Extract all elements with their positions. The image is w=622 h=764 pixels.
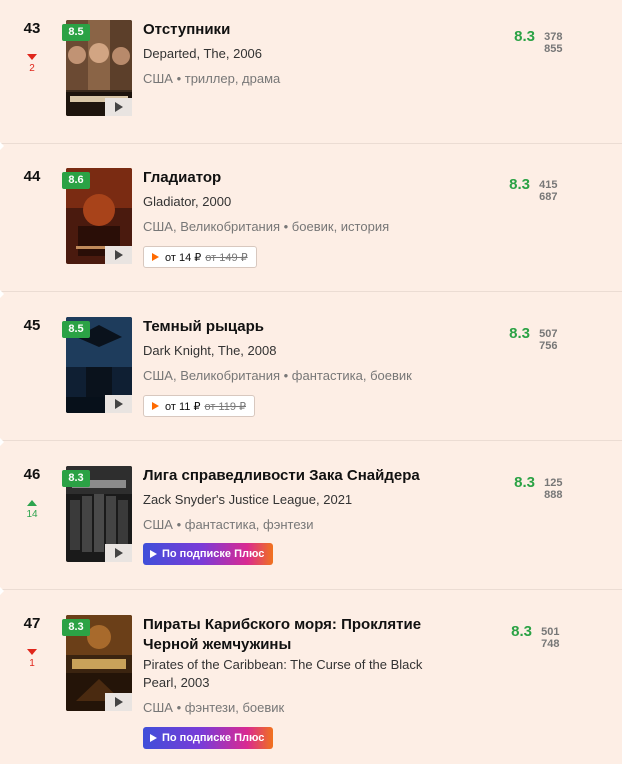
- play-icon: [150, 550, 157, 558]
- votes-count: 501 748: [541, 626, 560, 650]
- rating-value: 8.3: [509, 176, 530, 193]
- film-meta: США, Великобритания • боевик, история: [143, 219, 390, 234]
- film-title[interactable]: Пираты Карибского моря: Проклятие Черной…: [143, 615, 443, 655]
- film-rating: 8.3 501 748: [511, 623, 559, 650]
- play-trailer-button[interactable]: [105, 395, 132, 413]
- film-original-title: Zack Snyder's Justice League, 2021: [143, 492, 353, 507]
- rank-number: 46: [23, 466, 41, 483]
- watch-plus-subscription-button[interactable]: По подписке Плюс: [143, 543, 273, 565]
- play-icon: [114, 697, 123, 707]
- film-title[interactable]: Гладиатор: [143, 168, 473, 188]
- kinopoisk-score-badge: 8.3: [62, 619, 90, 636]
- play-trailer-button[interactable]: [105, 98, 132, 116]
- film-row[interactable]: 44 8.6 Гладиатор Gladiator, 2000 США, Ве…: [0, 144, 622, 292]
- votes-count: 415 687: [539, 179, 558, 203]
- film-original-title: Gladiator, 2000: [143, 194, 232, 209]
- film-original-title: Pirates of the Caribbean: The Curse of t…: [143, 657, 423, 690]
- play-icon: [152, 253, 159, 261]
- kinopoisk-score-badge: 8.5: [62, 24, 90, 41]
- rank-change-value: 14: [26, 509, 38, 520]
- plus-label: По подписке Плюс: [162, 732, 265, 744]
- film-meta: США, Великобритания • фантастика, боевик: [143, 368, 412, 383]
- film-rating: 8.3 415 687: [509, 176, 557, 203]
- plus-label: По подписке Плюс: [162, 548, 265, 560]
- buy-price-button[interactable]: от 14 ₽ от 149 ₽: [143, 246, 257, 268]
- film-rating: 8.3 507 756: [509, 325, 557, 352]
- rank-number: 44: [23, 168, 41, 185]
- rating-value: 8.3: [514, 474, 535, 491]
- rank-change: 1: [14, 649, 50, 669]
- rank-number: 43: [23, 20, 41, 37]
- rating-value: 8.3: [509, 325, 530, 342]
- rating-value: 8.3: [511, 623, 532, 640]
- price-current: от 14 ₽: [165, 251, 202, 264]
- votes-count: 507 756: [539, 328, 558, 352]
- play-icon: [150, 734, 157, 742]
- film-meta: США • фантастика, фэнтези: [143, 517, 314, 532]
- votes-count: 378 855: [544, 31, 563, 55]
- top-films-list: 43 2 8.5 Отступники Departed, The, 2006: [0, 0, 622, 764]
- play-icon: [114, 548, 123, 558]
- film-row[interactable]: 45 8.5 Темный рыцарь Dark Knight, The, 2…: [0, 293, 622, 441]
- film-title[interactable]: Темный рыцарь: [143, 317, 473, 337]
- rank-change: 2: [14, 54, 50, 74]
- rank-change: 14: [14, 500, 50, 520]
- play-trailer-button[interactable]: [105, 544, 132, 562]
- price-current: от 11 ₽: [165, 400, 201, 413]
- film-row[interactable]: 43 2 8.5 Отступники Departed, The, 2006: [0, 0, 622, 144]
- play-icon: [114, 399, 123, 409]
- film-row[interactable]: 47 1 8.3 Пираты Карибского моря: Проклят…: [0, 591, 622, 764]
- play-icon: [114, 250, 123, 260]
- film-meta: США • фэнтези, боевик: [143, 700, 285, 715]
- play-icon: [152, 402, 159, 410]
- rank-number: 47: [23, 615, 41, 632]
- votes-count: 125 888: [544, 477, 563, 501]
- buy-price-button[interactable]: от 11 ₽ от 119 ₽: [143, 395, 256, 417]
- film-rating: 8.3 125 888: [514, 474, 562, 501]
- film-row[interactable]: 46 14 8.3 Лига справедливости Зака Снайд…: [0, 442, 622, 590]
- film-rating: 8.3 378 855: [514, 28, 562, 55]
- arrow-down-icon: [27, 54, 37, 60]
- price-old: от 149 ₽: [205, 251, 248, 264]
- watch-plus-subscription-button[interactable]: По подписке Плюс: [143, 727, 273, 749]
- arrow-down-icon: [27, 649, 37, 655]
- price-old: от 119 ₽: [204, 400, 247, 413]
- play-trailer-button[interactable]: [105, 246, 132, 264]
- rank-change-value: 2: [29, 63, 35, 74]
- arrow-up-icon: [27, 500, 37, 506]
- film-title[interactable]: Отступники: [143, 20, 473, 40]
- play-icon: [114, 102, 123, 112]
- kinopoisk-score-badge: 8.5: [62, 321, 90, 338]
- rank-number: 45: [23, 317, 41, 334]
- film-meta: США • триллер, драма: [143, 71, 281, 86]
- kinopoisk-score-badge: 8.6: [62, 172, 90, 189]
- rank-change-value: 1: [29, 658, 35, 669]
- kinopoisk-score-badge: 8.3: [62, 470, 90, 487]
- film-original-title: Departed, The, 2006: [143, 46, 263, 61]
- film-original-title: Dark Knight, The, 2008: [143, 343, 277, 358]
- film-title[interactable]: Лига справедливости Зака Снайдера: [143, 466, 473, 486]
- rating-value: 8.3: [514, 28, 535, 45]
- play-trailer-button[interactable]: [105, 693, 132, 711]
